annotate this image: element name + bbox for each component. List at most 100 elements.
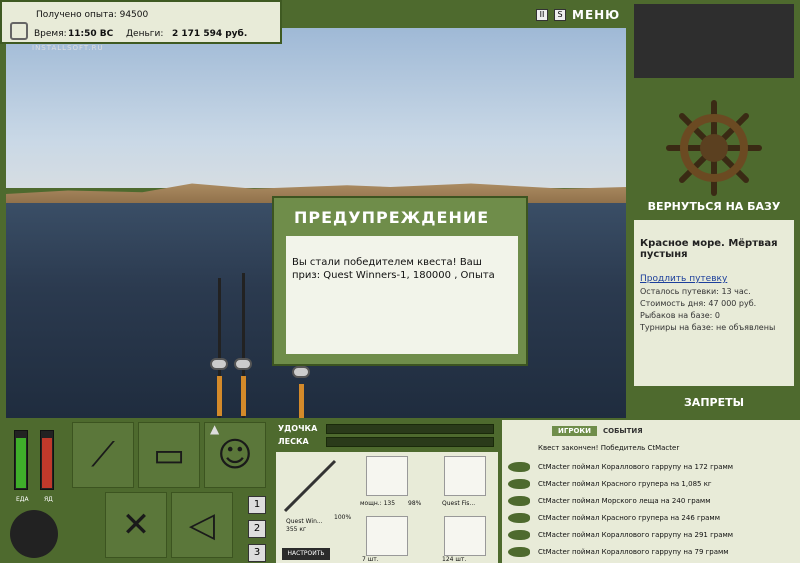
player-status-panel: Получено опыта: 94500 Время: 11:50 ВС Де… <box>0 0 282 44</box>
food-meter-fill <box>16 437 26 488</box>
list-item: CtMacter поймал Красного групера на 1,08… <box>508 475 796 492</box>
rod-bar <box>326 424 494 434</box>
rod-slot[interactable]: Quest Win... 355 кг 100% <box>280 456 362 556</box>
fishing-rod-icon: ⟋ <box>91 435 115 475</box>
location-title: Красное море. Мёртвая пустыня <box>640 238 778 260</box>
reel-percent: 98% <box>408 500 422 507</box>
tab-events[interactable]: СОБЫТИЯ <box>601 426 645 436</box>
lock-icon <box>10 22 28 40</box>
food-tile[interactable]: ✕ <box>105 492 167 558</box>
cooking-pot-icon[interactable] <box>10 510 58 558</box>
quest-complete-line: Квест закончен! Победитель CtMacter <box>538 444 680 452</box>
fish-icon <box>508 478 530 489</box>
rod-handle-1 <box>217 376 222 416</box>
list-item: CtMacter поймал Кораллового гаррупу на 1… <box>508 458 796 475</box>
dialog-title: ПРЕДУПРЕЖДЕНИЕ <box>294 208 490 227</box>
right-panel: ВЕРНУТЬСЯ НА БАЗУ Красное море. Мёртвая … <box>628 0 800 418</box>
reel-3[interactable] <box>292 366 310 378</box>
gear-panel: УДОЧКА ЛЕСКА Quest Win... 355 кг 100% НА… <box>276 420 498 563</box>
page-button-1[interactable]: 1 <box>248 496 266 514</box>
tackle-box-tile[interactable]: ▭ <box>138 422 200 488</box>
bans-button[interactable]: ЗАПРЕТЫ <box>628 396 800 409</box>
reel-1[interactable] <box>210 358 228 370</box>
log-tabs: ИГРОКИ СОБЫТИЯ <box>552 426 645 436</box>
bottom-panel: ЕДА ЯД ⟋ ▭ ☺ ▲ ✕ ◁ 1 2 3 УДОЧКА ЛЕСКА Qu… <box>0 418 800 563</box>
return-to-base-button[interactable]: ВЕРНУТЬСЯ НА БАЗУ <box>628 200 800 218</box>
page-button-3[interactable]: 3 <box>248 544 266 562</box>
list-item: CtMacter поймал Красного групера на 246 … <box>508 509 796 526</box>
info-line: Стоимость дня: 47 000 руб. <box>640 299 757 308</box>
fork-knife-icon: ✕ <box>121 505 151 545</box>
rod-weight: 355 кг <box>286 526 307 533</box>
log-list: Квест закончен! Победитель CtMacter CtMa… <box>508 444 796 560</box>
tackle-box-icon: ▭ <box>152 435 186 475</box>
hook-caption: 7 шт. <box>362 556 379 563</box>
compass-icon: ▲ <box>210 422 220 436</box>
log-text: CtMacter поймал Красного групера на 1,08… <box>538 479 712 488</box>
time-label: Время: <box>34 29 67 39</box>
rod-percent: 100% <box>334 514 352 521</box>
location-info-box: Красное море. Мёртвая пустыня Продлить п… <box>634 220 794 386</box>
poison-meter <box>40 430 54 490</box>
fish-icon <box>508 461 530 472</box>
fish-icon <box>508 512 530 523</box>
log-text: CtMacter поймал Кораллового гаррупу на 2… <box>538 530 734 539</box>
menu-button[interactable]: МЕНЮ <box>572 8 620 22</box>
reel-caption: мощн.: 135 <box>360 500 396 507</box>
list-item: CtMacter поймал Кораллового гаррупу на 7… <box>508 543 796 560</box>
rod-label: УДОЧКА <box>278 424 318 433</box>
log-text: CtMacter поймал Красного групера на 246 … <box>538 513 720 522</box>
line-label: ЛЕСКА <box>278 437 309 446</box>
pause-button[interactable]: II <box>536 9 548 21</box>
bait-caption: 124 шт. <box>442 556 467 563</box>
settings-button[interactable]: НАСТРОИТЬ <box>282 548 330 560</box>
sky <box>6 28 626 188</box>
warning-dialog[interactable]: ПРЕДУПРЕЖДЕНИЕ Вы стали победителем квес… <box>272 196 528 366</box>
fisherman-icon: ☺ <box>217 435 253 475</box>
log-text: CtMacter поймал Морского леща на 240 гра… <box>538 496 711 505</box>
rods-tile[interactable]: ⟋ <box>72 422 134 488</box>
list-item: CtMacter поймал Морского леща на 240 гра… <box>508 492 796 509</box>
fish-icon <box>508 529 530 540</box>
food-label: ЕДА <box>16 496 29 503</box>
food-meter <box>14 430 28 490</box>
tab-players[interactable]: ИГРОКИ <box>552 426 597 436</box>
money-label: Деньги: <box>126 29 164 39</box>
fish-icon: ◁ <box>188 505 216 545</box>
reel-slot[interactable] <box>366 456 408 496</box>
line-slot[interactable] <box>444 456 486 496</box>
log-text: CtMacter поймал Кораллового гаррупу на 1… <box>538 462 734 471</box>
rod-name: Quest Win... <box>286 518 323 525</box>
fish-tile[interactable]: ◁ <box>171 492 233 558</box>
time-value: 11:50 ВС <box>68 29 114 39</box>
xp-text: Получено опыта: 94500 <box>36 10 149 20</box>
minimap-box <box>634 4 794 78</box>
line-caption: Quest Fis... <box>442 500 476 507</box>
rod-image-icon <box>283 459 337 513</box>
poison-label: ЯД <box>44 496 53 503</box>
bait-slot[interactable] <box>444 516 486 556</box>
fish-icon <box>508 546 530 557</box>
watermark-text: INSTALLSOFT.RU <box>32 44 104 52</box>
money-value: 2 171 594 руб. <box>172 29 248 39</box>
log-text: CtMacter поймал Кораллового гаррупу на 7… <box>538 547 729 556</box>
hook-slot[interactable] <box>366 516 408 556</box>
info-line: Турниры на базе: не объявлены <box>640 323 776 332</box>
info-line: Осталось путевки: 13 час. <box>640 287 751 296</box>
rod-handle-2 <box>241 376 246 416</box>
rod-handle-3 <box>299 384 304 418</box>
list-item: CtMacter поймал Кораллового гаррупу на 2… <box>508 526 796 543</box>
dialog-message: Вы стали победителем квеста! Ваш приз: Q… <box>286 236 518 354</box>
extend-trip-link[interactable]: Продлить путевку <box>640 274 788 284</box>
sound-button[interactable]: S <box>554 9 566 21</box>
info-line: Рыбаков на базе: 0 <box>640 311 720 320</box>
event-log: ИГРОКИ СОБЫТИЯ Квест закончен! Победител… <box>502 420 800 563</box>
gear-slots: Quest Win... 355 кг 100% НАСТРОИТЬ мощн.… <box>276 452 498 563</box>
page-button-2[interactable]: 2 <box>248 520 266 538</box>
top-controls: II S МЕНЮ <box>536 8 620 22</box>
ship-wheel-icon[interactable] <box>664 98 764 198</box>
fish-icon <box>508 495 530 506</box>
poison-meter-fill <box>42 437 52 488</box>
line-bar <box>326 437 494 447</box>
reel-2[interactable] <box>234 358 252 370</box>
